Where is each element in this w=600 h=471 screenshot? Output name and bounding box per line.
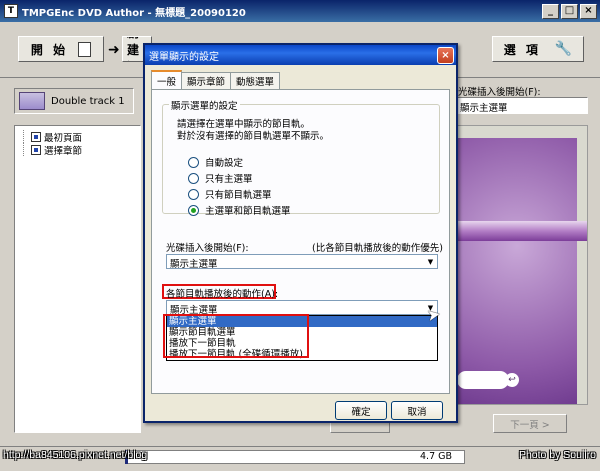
group-label: 顯示選單的設定 <box>169 98 240 112</box>
ok-button[interactable]: 確定 <box>335 401 387 420</box>
dvd-track-icon <box>19 92 45 110</box>
menu-preview: ↩ <box>440 125 588 405</box>
radio-auto[interactable]: 自動設定 <box>188 155 243 169</box>
wrench-icon: 🔧 <box>554 41 573 57</box>
watermark-credit: Photo by Souiiro <box>518 449 596 461</box>
tree-item-label: 最初頁面 <box>44 132 83 144</box>
radio-main-and-track[interactable]: 主選單和節目軌選單 <box>188 203 291 217</box>
page-icon <box>31 144 41 155</box>
menu-settings-dialog: 選單顯示的設定 × 一般 顯示章節 動態選單 顯示選單的設定 請選擇在選單中顯示… <box>143 43 458 423</box>
right-start-combo[interactable]: 顯示主選單 <box>456 97 588 114</box>
track-selector[interactable]: Double track 1 <box>14 88 134 114</box>
open-label: 開 始 <box>30 42 69 57</box>
radio-button[interactable] <box>188 156 199 168</box>
menu-tree: 最初頁面 選擇章節 <box>14 125 141 433</box>
start-note: (比各節目軌播放後的動作優先) <box>312 243 443 254</box>
document-icon <box>78 41 92 57</box>
dialog-tabs: 一般 顯示章節 動態選單 <box>151 70 281 89</box>
highlight-box <box>163 314 309 358</box>
capacity-text: 4.7 GB <box>420 451 453 462</box>
dialog-titlebar: 選單顯示的設定 × <box>145 45 456 65</box>
after-play-label: 各節目軌播放後的動作(A): <box>166 289 279 300</box>
start-label: 光碟插入後開始(F): <box>166 243 249 254</box>
radio-track-only[interactable]: 只有節目軌選單 <box>188 187 272 201</box>
group-desc-line: 對於沒有選擇的節目軌選單不顯示。 <box>177 131 330 142</box>
preview-button <box>457 371 509 389</box>
capacity-bar <box>125 450 465 464</box>
radio-button[interactable] <box>188 172 199 184</box>
radio-label: 自動設定 <box>205 158 244 169</box>
watermark-url: http://ba845106.pixnet.net/blog <box>3 449 148 461</box>
start-combo-value: 顯示主選單 <box>170 259 218 270</box>
tree-item-first-page[interactable]: 最初頁面 <box>19 130 136 144</box>
minimize-button[interactable]: _ <box>542 3 559 19</box>
tab-motion-menu[interactable]: 動態選單 <box>230 72 281 89</box>
right-start-label: 光碟插入後開始(F): <box>458 87 541 98</box>
return-icon: ↩ <box>505 373 519 387</box>
options-label: 選 項 <box>503 42 541 57</box>
close-button[interactable]: × <box>580 3 597 19</box>
window-title: TMPGEnc DVD Author - 無標題_20090120 <box>22 7 246 19</box>
radio-label: 只有節目軌選單 <box>205 190 272 201</box>
radio-button[interactable] <box>188 188 199 200</box>
tree-item-chapters[interactable]: 選擇章節 <box>19 143 136 157</box>
radio-label: 只有主選單 <box>205 174 253 185</box>
tree-branch <box>23 143 31 156</box>
menu-display-group: 顯示選單的設定 請選擇在選單中顯示的節目軌。 對於沒有選擇的節目軌選單不顯示。 … <box>162 98 440 217</box>
after-play-combo[interactable]: 顯示主選單 ▼ <box>166 300 438 316</box>
next-button[interactable]: 下一頁 > <box>493 414 567 433</box>
group-desc-line: 請選擇在選單中顯示的節目軌。 <box>177 119 311 130</box>
tab-panel-general: 顯示選單的設定 請選擇在選單中顯示的節目軌。 對於沒有選擇的節目軌選單不顯示。 … <box>151 89 450 394</box>
dialog-title: 選單顯示的設定 <box>149 51 219 63</box>
page-icon <box>31 131 41 142</box>
tab-general[interactable]: 一般 <box>151 70 183 89</box>
group-description: 請選擇在選單中顯示的節目軌。 對於沒有選擇的節目軌選單不顯示。 <box>177 119 329 143</box>
main-titlebar: T TMPGEnc DVD Author - 無標題_20090120 _ □ … <box>0 0 600 22</box>
tree-item-label: 選擇章節 <box>44 145 83 157</box>
preview-background <box>457 138 577 404</box>
tree-branch <box>23 130 31 143</box>
arrow-right-icon: ➜ <box>108 42 120 58</box>
chevron-down-icon[interactable]: ▼ <box>425 256 436 267</box>
tab-chapters[interactable]: 顯示章節 <box>181 72 232 89</box>
options-button[interactable]: 選 項 🔧 <box>492 36 584 62</box>
start-combo[interactable]: 顯示主選單 ▼ <box>166 254 438 270</box>
maximize-button[interactable]: □ <box>561 3 578 19</box>
window-controls: _ □ × <box>542 3 597 19</box>
radio-label: 主選單和節目軌選單 <box>205 206 291 217</box>
dialog-close-button[interactable]: × <box>437 46 454 64</box>
track-label: Double track 1 <box>51 95 125 107</box>
open-button[interactable]: 開 始 <box>18 36 104 62</box>
cancel-button[interactable]: 取消 <box>391 401 443 420</box>
radio-main-only[interactable]: 只有主選單 <box>188 171 253 185</box>
radio-button[interactable] <box>188 204 199 216</box>
preview-stripe <box>441 221 587 241</box>
app-icon: T <box>4 4 18 18</box>
